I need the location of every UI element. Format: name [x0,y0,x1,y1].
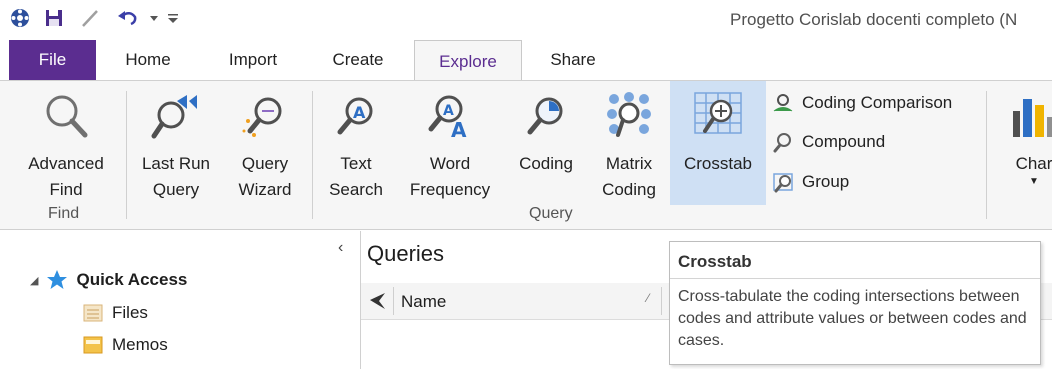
navigation-pane: ‹ ◢ Quick Access Files Memos [0,231,361,369]
crosstab-tooltip: Crosstab Cross-tabulate the coding inter… [669,241,1041,365]
group-separator [312,91,313,219]
memos-node[interactable]: Memos [82,335,168,355]
tab-explore[interactable]: Explore [414,40,522,82]
matrix-coding-icon [592,81,666,151]
crosstab-icon [670,81,766,151]
chart-icon [1004,81,1052,151]
magnifier-icon [16,81,116,151]
query-type-column-icon[interactable] [367,290,389,312]
text-search-label: Text Search [329,154,383,199]
compound-button[interactable]: Compound [772,127,885,157]
coding-comparison-button[interactable]: Coding Comparison [772,88,952,118]
tooltip-title: Crosstab [678,252,752,271]
title-bar: Progetto Corislab docenti completo (N [0,0,1052,40]
tab-share[interactable]: Share [535,40,611,80]
memos-icon [83,336,103,354]
group-query-icon [773,173,793,193]
ribbon-explore: Advanced Find Find Last Run Query Query … [0,80,1052,230]
charts-dropdown-icon: ▼ [1029,176,1039,187]
word-frequency-button[interactable]: AA Word Frequency [400,81,500,205]
compound-label: Compound [802,132,886,151]
svg-text:A: A [451,118,467,141]
word-frequency-icon: AA [400,81,500,151]
tooltip-divider [670,278,1040,279]
quick-access-node[interactable]: ◢ Quick Access [30,269,187,291]
customize-qat-icon[interactable] [166,6,180,30]
window-title: Progetto Corislab docenti completo (N [730,10,1018,29]
word-frequency-label: Word Frequency [409,154,491,199]
nvivo-logo-icon[interactable] [8,6,32,30]
query-wizard-icon [226,81,304,151]
tab-import[interactable]: Import [212,40,294,80]
query-wizard-label: Query Wizard [238,154,292,199]
group-query-button[interactable]: Group [772,167,849,197]
tooltip-body: Cross-tabulate the coding intersections … [678,288,1027,349]
query-wizard-button[interactable]: Query Wizard [226,81,304,205]
coding-query-label: Coding [519,154,573,173]
last-run-query-label: Last Run Query [141,154,211,199]
group-separator [126,91,127,219]
undo-icon[interactable] [114,6,142,30]
files-icon [83,304,103,322]
text-search-icon: A [320,81,392,151]
crosstab-label: Crosstab [683,154,753,173]
column-divider [393,287,394,315]
coding-query-button[interactable]: Coding [510,81,582,205]
matrix-coding-label: Matrix Coding [602,154,656,199]
crosstab-button[interactable]: Crosstab [670,81,766,205]
group-label-query: Query [529,205,573,222]
undo-dropdown-icon[interactable] [148,6,160,30]
column-divider [661,287,662,315]
name-column-header[interactable]: Name [401,292,446,312]
group-label-find: Find [48,205,80,222]
files-label: Files [112,303,148,322]
svg-text:A: A [353,103,366,122]
tab-file[interactable]: File [9,40,96,80]
compound-icon [773,133,791,153]
collapse-pane-icon[interactable]: ‹ [338,239,343,257]
coding-comparison-icon [773,94,793,112]
save-icon[interactable] [42,6,66,30]
memos-label: Memos [112,335,168,354]
quick-access-label: Quick Access [76,270,188,289]
tab-home[interactable]: Home [108,40,188,80]
coding-query-icon [510,81,582,151]
svg-text:A: A [443,103,454,119]
charts-button[interactable]: Char ▼ [1004,81,1052,205]
charts-label: Char [1015,154,1052,173]
queries-title: Queries [367,241,445,266]
last-run-query-button[interactable]: Last Run Query [134,81,218,205]
group-separator [986,91,987,219]
text-search-button[interactable]: A Text Search [320,81,392,205]
sort-indicator-icon: ⁄ [647,291,650,305]
group-query-label: Group [802,172,850,191]
star-icon [47,270,68,289]
edit-pencil-icon[interactable] [78,6,102,30]
tab-create[interactable]: Create [318,40,398,80]
advanced-find-label: Advanced Find [28,154,104,199]
expand-triangle-icon[interactable]: ◢ [30,274,38,287]
ribbon-tabs: File Home Import Create Explore Share [0,40,1052,82]
advanced-find-button[interactable]: Advanced Find [16,81,116,205]
files-node[interactable]: Files [82,303,148,323]
matrix-coding-button[interactable]: Matrix Coding [592,81,666,205]
coding-comparison-label: Coding Comparison [802,93,953,112]
last-run-query-icon [134,81,218,151]
